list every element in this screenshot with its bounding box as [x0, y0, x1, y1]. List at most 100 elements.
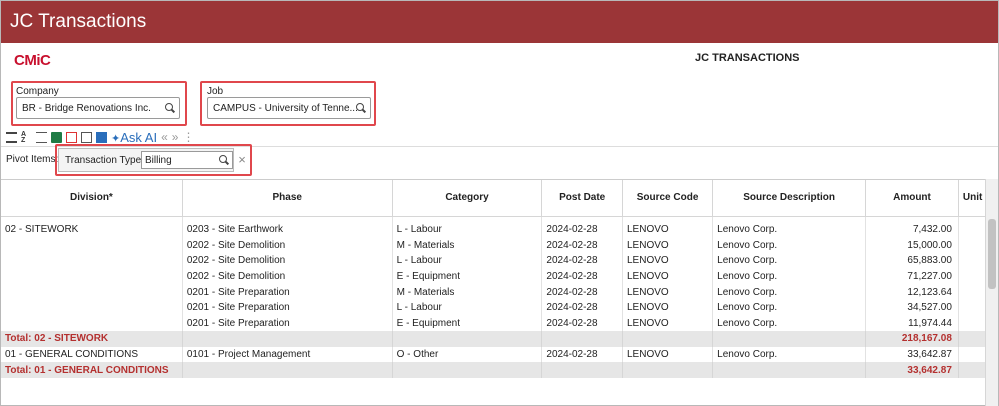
table-cell: 0202 - Site Demolition: [182, 253, 393, 269]
table-cell: [1, 253, 183, 269]
table-row[interactable]: 02 - SITEWORK 0203 - Site Earthwork L - La…: [1, 222, 998, 238]
column-header-source-description[interactable]: Source Description: [712, 180, 867, 217]
column-header-category[interactable]: Category: [392, 180, 543, 217]
table-cell: Lenovo Corp.: [712, 253, 867, 269]
table-cell: 0203 - Site Earthwork: [182, 222, 393, 238]
table-cell: 65,883.00: [865, 253, 959, 269]
ask-ai-button[interactable]: ✦Ask AI: [111, 130, 157, 145]
job-search-icon[interactable]: [356, 103, 366, 113]
scrollbar-thumb[interactable]: [988, 219, 996, 289]
table-row[interactable]: 0202 - Site Demolition L - Labour 2024-02-…: [1, 253, 998, 269]
table-cell: 2024-02-28: [541, 237, 623, 254]
table-cell: [622, 362, 714, 378]
table-cell: M - Materials: [392, 284, 543, 300]
table-cell: Lenovo Corp.: [712, 268, 867, 285]
job-field[interactable]: CAMPUS - University of Tenne...: [207, 97, 371, 119]
table-cell: 218,167.08: [865, 331, 959, 347]
table-cell: 2024-02-28: [541, 299, 623, 316]
table-cell: [622, 331, 714, 347]
table-cell: L - Labour: [392, 222, 543, 238]
company-search-icon[interactable]: [165, 103, 175, 113]
table-cell: LENOVO: [622, 237, 714, 254]
table-cell: L - Labour: [392, 253, 543, 269]
table-cell: E - Equipment: [392, 315, 543, 332]
export-excel-icon[interactable]: [51, 131, 62, 143]
table-row[interactable]: 0201 - Site Preparation L - Labour 2024-02…: [1, 299, 998, 316]
table-cell: Lenovo Corp.: [712, 284, 867, 300]
transactions-grid: Division* Phase Category Post Date Sourc…: [1, 179, 998, 406]
layout-icon[interactable]: [96, 131, 107, 143]
more-options-icon[interactable]: ⋮: [182, 130, 194, 144]
table-cell: [541, 331, 623, 347]
table-cell: 0202 - Site Demolition: [182, 268, 393, 285]
table-cell: 2024-02-28: [541, 346, 623, 363]
table-cell: LENOVO: [622, 253, 714, 269]
prev-icon[interactable]: «: [161, 130, 168, 144]
export-pdf-icon[interactable]: [66, 131, 77, 143]
sort-az-icon[interactable]: AZ: [21, 131, 32, 144]
table-cell: [712, 362, 867, 378]
table-row[interactable]: 0201 - Site Preparation E - Equipment 2024…: [1, 315, 998, 332]
transaction-type-search-icon[interactable]: [219, 155, 229, 165]
table-cell: LENOVO: [622, 284, 714, 300]
column-header-amount[interactable]: Amount: [865, 180, 959, 217]
table-total-row[interactable]: Total: 01 - GENERAL CONDITIONS 33,642.87: [1, 362, 998, 378]
table-row[interactable]: 0202 - Site Demolition M - Materials 2024-…: [1, 237, 998, 254]
table-cell: [712, 331, 867, 347]
table-cell: [392, 362, 543, 378]
table-cell: Total: 01 - GENERAL CONDITIONS: [1, 362, 183, 378]
table-cell: 0201 - Site Preparation: [182, 315, 393, 332]
pivot-chip-label: Transaction Type: [65, 155, 142, 166]
table-cell: 01 - GENERAL CONDITIONS: [1, 346, 183, 363]
window-title-bar: JC Transactions: [1, 1, 998, 43]
table-header-row: Division* Phase Category Post Date Sourc…: [1, 180, 998, 217]
column-header-post-date[interactable]: Post Date: [541, 180, 623, 217]
grid-toolbar: AZ ✦Ask AI « » ⋮: [6, 130, 194, 145]
table-cell: LENOVO: [622, 268, 714, 285]
page-title: JC TRANSACTIONS: [695, 52, 800, 64]
table-total-row[interactable]: Total: 02 - SITEWORK 218,167.08: [1, 331, 998, 347]
pivot-remove-icon[interactable]: ×: [235, 152, 249, 168]
pivot-chip-transaction-type: Transaction Type Billing: [58, 148, 234, 172]
copy-icon[interactable]: [81, 131, 92, 143]
table-row[interactable]: 0201 - Site Preparation M - Materials 2024…: [1, 284, 998, 300]
table-cell: 11,974.44: [865, 315, 959, 332]
table-cell: LENOVO: [622, 222, 714, 238]
table-row[interactable]: 0202 - Site Demolition E - Equipment 2024-…: [1, 268, 998, 285]
group-icon[interactable]: [36, 131, 47, 143]
company-field[interactable]: BR - Bridge Renovations Inc.: [16, 97, 180, 119]
table-cell: 2024-02-28: [541, 253, 623, 269]
job-value: CAMPUS - University of Tenne...: [213, 103, 358, 114]
table-cell: [541, 362, 623, 378]
transactions-table: Division* Phase Category Post Date Sourc…: [1, 180, 998, 378]
table-cell: Lenovo Corp.: [712, 237, 867, 254]
table-cell: 2024-02-28: [541, 268, 623, 285]
table-cell: E - Equipment: [392, 268, 543, 285]
vertical-scrollbar[interactable]: [985, 179, 998, 406]
table-cell: [1, 315, 183, 332]
column-header-phase[interactable]: Phase: [182, 180, 393, 217]
table-cell: 2024-02-28: [541, 315, 623, 332]
column-header-division[interactable]: Division*: [1, 180, 183, 217]
table-cell: Lenovo Corp.: [712, 346, 867, 363]
next-icon[interactable]: »: [172, 130, 179, 144]
table-cell: 33,642.87: [865, 362, 959, 378]
company-label: Company: [16, 86, 59, 97]
table-cell: Lenovo Corp.: [712, 315, 867, 332]
table-cell: [1, 237, 183, 254]
table-cell: [1, 299, 183, 316]
filter-icon[interactable]: [6, 131, 17, 143]
table-cell: 2024-02-28: [541, 284, 623, 300]
table-cell: O - Other: [392, 346, 543, 363]
table-cell: 12,123.64: [865, 284, 959, 300]
column-header-source-code[interactable]: Source Code: [622, 180, 714, 217]
table-cell: [392, 331, 543, 347]
table-cell: 0201 - Site Preparation: [182, 299, 393, 316]
table-cell: LENOVO: [622, 299, 714, 316]
table-cell: 33,642.87: [865, 346, 959, 363]
window-title: JC Transactions: [10, 11, 147, 32]
cmic-logo: CMiC: [14, 52, 51, 69]
table-row[interactable]: 01 - GENERAL CONDITIONS 0101 - Project Ma…: [1, 346, 998, 363]
table-cell: [182, 331, 393, 347]
sparkle-icon: ✦: [111, 132, 121, 145]
